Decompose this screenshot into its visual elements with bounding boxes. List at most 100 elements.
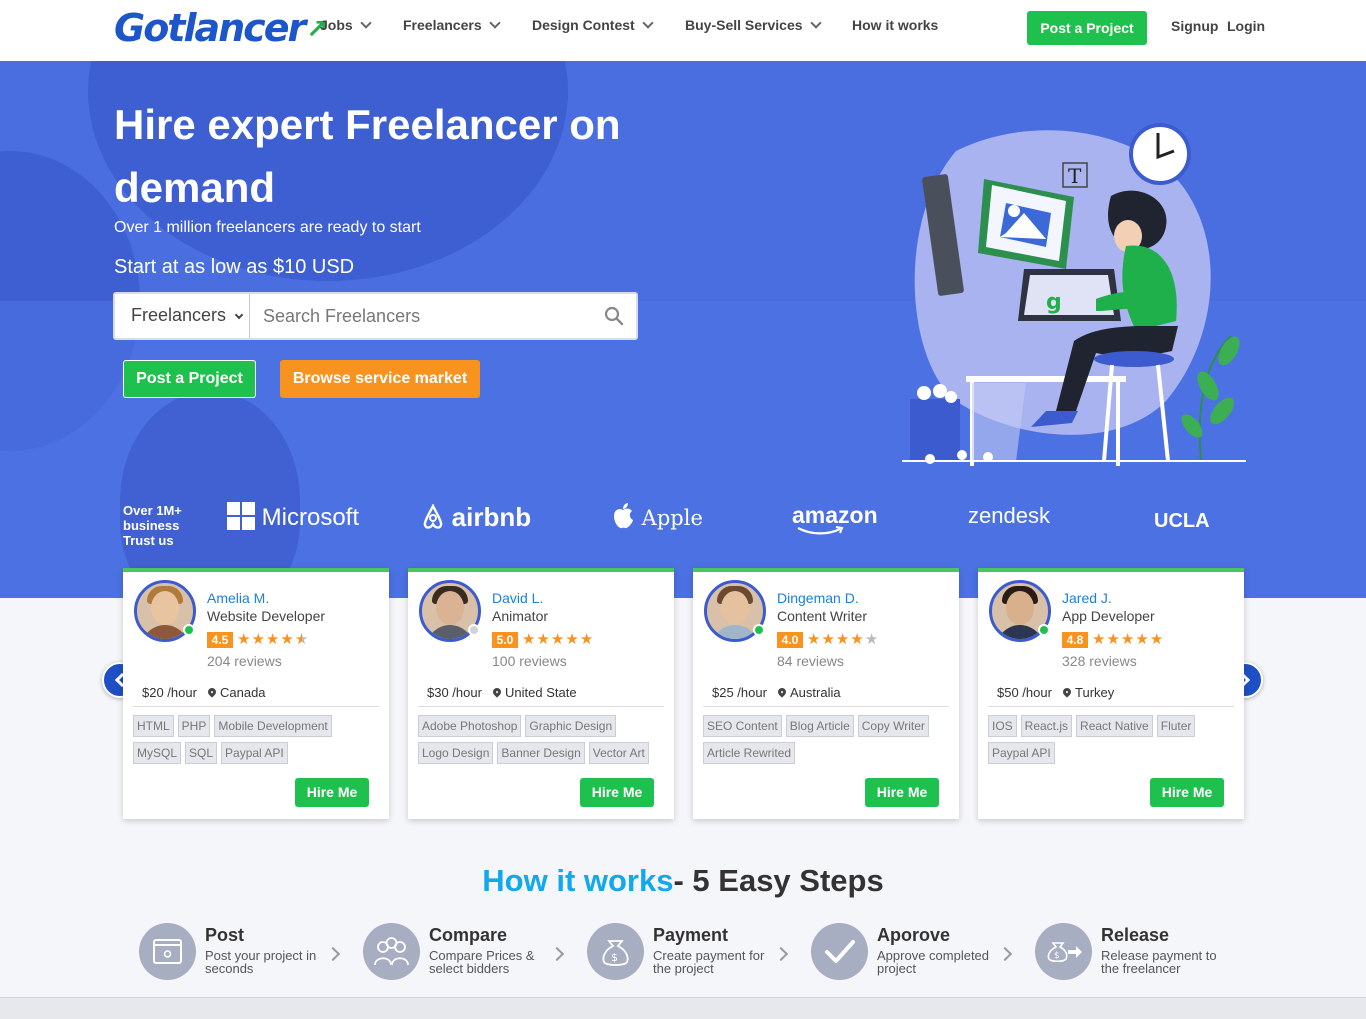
skill-tags: Adobe Photoshop Graphic Design Logo Desig… — [418, 715, 668, 769]
signup-link[interactable]: Signup — [1171, 18, 1218, 34]
skill-tag[interactable]: React Native — [1076, 715, 1153, 737]
hero-title: Hire expert Freelancer on demand — [114, 101, 621, 211]
apple-logo-icon — [614, 503, 633, 529]
skill-tag[interactable]: Copy Writer — [857, 715, 929, 737]
skill-tag[interactable]: Blog Article — [785, 715, 854, 737]
freelancer-card[interactable]: Jared J. App Developer 4.8 ★★★★★ 328 revi… — [978, 568, 1244, 819]
trust-label: Over 1M+ business Trust us — [123, 503, 182, 548]
chevron-down-icon — [809, 17, 822, 29]
search-icon[interactable] — [604, 306, 624, 326]
nav-buy-sell-services[interactable]: Buy-Sell Services — [685, 17, 822, 33]
chevron-down-icon — [234, 310, 244, 320]
online-status-dot — [753, 624, 765, 636]
footer-edge — [0, 997, 1366, 1019]
hero-post-project-button[interactable]: Post a Project — [123, 360, 256, 398]
location: Turkey — [1061, 685, 1114, 700]
skill-tag[interactable]: Adobe Photoshop — [418, 715, 522, 737]
skill-tag[interactable]: Paypal API — [221, 742, 288, 764]
step-description: Create payment for the project — [653, 948, 765, 976]
brand-airbnb: airbnb — [421, 502, 531, 533]
freelancer-card[interactable]: Dingeman D. Content Writer 4.0 ★★★★★ 84 r… — [693, 568, 959, 819]
step-title: Aporove — [877, 925, 951, 945]
rating-score: 4.5 — [207, 632, 233, 648]
star-icon: ★ — [522, 631, 537, 648]
freelancer-name[interactable]: Amelia M. — [207, 590, 269, 606]
brand-microsoft: Microsoft — [227, 502, 359, 532]
star-icon: ★ — [807, 631, 822, 648]
star-rating-icons: ★★★★★ — [1092, 632, 1164, 648]
freelancer-role: Animator — [492, 608, 549, 624]
hire-me-button[interactable]: Hire Me — [580, 778, 654, 807]
skill-tag[interactable]: HTML — [133, 715, 174, 737]
brand-zendesk: zendesk — [968, 503, 1050, 528]
svg-text:$: $ — [1054, 951, 1060, 961]
review-count: 100 reviews — [492, 653, 567, 669]
skill-tag[interactable]: SQL — [185, 742, 218, 764]
nav-design-contest[interactable]: Design Contest — [532, 17, 654, 33]
star-icon: ★ — [1135, 631, 1150, 648]
freelancer-name[interactable]: Dingeman D. — [777, 590, 859, 606]
star-icon: ★ — [1149, 631, 1165, 648]
skill-tags: SEO Content Blog Article Copy Writer Artic… — [703, 715, 953, 769]
hero-subtitle: Over 1 million freelancers are ready to … — [114, 219, 421, 236]
rating-score: 4.0 — [777, 632, 803, 648]
hire-me-button[interactable]: Hire Me — [865, 778, 939, 807]
amazon-smile-icon — [797, 526, 844, 535]
skill-tag[interactable]: Paypal API — [988, 742, 1055, 764]
svg-text:g: g — [1046, 290, 1062, 315]
skill-tag[interactable]: React.js — [1020, 715, 1073, 737]
hourly-rate: $30 /hour — [427, 685, 482, 700]
skill-tag[interactable]: Fluter — [1156, 715, 1196, 737]
star-rating-icons: ★★★★★ — [807, 632, 879, 648]
star-icon: ★ — [864, 631, 880, 648]
step-title: Post — [205, 925, 245, 945]
freelancer-name[interactable]: David L. — [492, 590, 543, 606]
hire-me-button[interactable]: Hire Me — [295, 778, 369, 807]
login-link[interactable]: Login — [1227, 18, 1265, 34]
nav-freelancers[interactable]: Freelancers — [403, 17, 501, 33]
skill-tags: IOS React.js React Native Fluter Paypal API — [988, 715, 1238, 769]
freelancer-card[interactable]: David L. Animator 5.0 ★★★★★ 100 reviews $… — [408, 568, 674, 819]
skill-tag[interactable]: Banner Design — [497, 742, 585, 764]
skill-tag[interactable]: Article Rewrited — [703, 742, 796, 764]
skill-tag[interactable]: MySQL — [133, 742, 182, 764]
step-title: Compare — [429, 925, 508, 945]
star-icon: ★ — [237, 631, 252, 648]
divider — [418, 706, 664, 707]
online-status-dot — [1038, 624, 1050, 636]
airbnb-logo-icon — [423, 503, 443, 529]
star-icon: ★ — [850, 631, 865, 648]
nav-how-it-works[interactable]: How it works — [852, 17, 938, 33]
gotlancer-logo[interactable]: Gotlancer↗ — [114, 6, 328, 50]
browse-service-market-button[interactable]: Browse service market — [280, 360, 480, 398]
skill-tag[interactable]: PHP — [177, 715, 211, 737]
chevron-down-icon — [488, 17, 501, 29]
freelancer-card[interactable]: Amelia M. Website Developer 4.5 ★★★★★ 204… — [123, 568, 389, 819]
search-category-select[interactable]: Freelancers — [115, 294, 250, 338]
skill-tag[interactable]: Vector Art — [588, 742, 649, 764]
skill-tags: HTML PHP Mobile Development MySQL SQL Paypal… — [133, 715, 383, 769]
nav-jobs[interactable]: Jobs — [320, 17, 372, 33]
review-count: 204 reviews — [207, 653, 282, 669]
hourly-rate: $25 /hour — [712, 685, 767, 700]
people-icon — [363, 923, 420, 980]
skill-tag[interactable]: Mobile Development — [214, 715, 332, 737]
divider — [988, 706, 1234, 707]
online-status-dot — [183, 624, 195, 636]
skill-tag[interactable]: Logo Design — [418, 742, 494, 764]
star-icon: ★ — [294, 631, 310, 648]
step-description: Release payment to the freelancer — [1101, 948, 1217, 976]
freelancer-working-illustration: T g — [902, 123, 1246, 466]
freelancer-name[interactable]: Jared J. — [1062, 590, 1112, 606]
microsoft-logo-icon — [227, 502, 255, 530]
star-icon: ★ — [1120, 631, 1136, 648]
search-input[interactable] — [251, 294, 591, 338]
skill-tag[interactable]: IOS — [988, 715, 1017, 737]
step-title: Release — [1101, 925, 1170, 945]
skill-tag[interactable]: Graphic Design — [525, 715, 617, 737]
skill-tag[interactable]: SEO Content — [703, 715, 782, 737]
nav-post-project-button[interactable]: Post a Project — [1027, 11, 1147, 45]
rating-score: 4.8 — [1062, 632, 1088, 648]
location: Australia — [776, 685, 841, 700]
hire-me-button[interactable]: Hire Me — [1150, 778, 1224, 807]
